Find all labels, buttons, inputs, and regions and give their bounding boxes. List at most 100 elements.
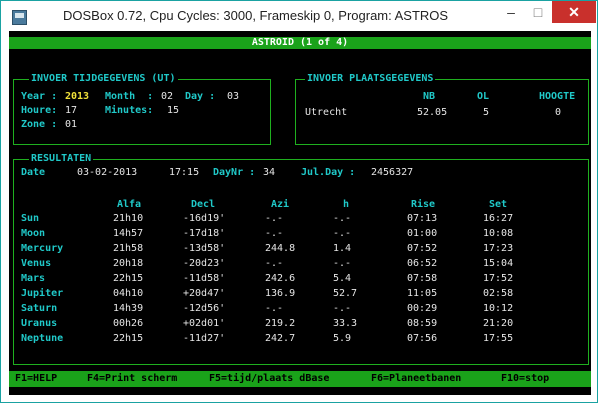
planet-name: Moon <box>21 228 46 239</box>
set-cell: 17:23 <box>483 243 514 254</box>
h-cell: -.- <box>333 303 352 314</box>
dos-screen[interactable]: ASTROID (1 of 4) INVOER TIJDGEGEVENS (UT… <box>9 31 591 395</box>
rise-cell: 07:56 <box>407 333 438 344</box>
close-button[interactable]: ✕ <box>552 1 596 23</box>
planet-name: Mercury <box>21 243 64 254</box>
date-label: Date <box>21 167 46 178</box>
hoogte-field[interactable]: 0 <box>555 107 561 119</box>
alfa-cell: 21h58 <box>113 243 144 254</box>
h-cell: 5.9 <box>333 333 352 344</box>
h-cell: 33.3 <box>333 318 358 329</box>
decl-cell: -13d58' <box>183 243 226 254</box>
alfa-cell: 20h18 <box>113 258 144 269</box>
zone-field[interactable]: 01 <box>65 119 77 131</box>
col-alfa: Alfa <box>117 199 142 210</box>
date-value: 03-02-2013 <box>77 167 138 178</box>
rise-cell: 08:59 <box>407 318 438 329</box>
place-field[interactable]: Utrecht <box>305 107 347 119</box>
title-bar[interactable]: DOSBox 0.72, Cpu Cycles: 3000, Frameskip… <box>1 1 597 31</box>
alfa-cell: 04h10 <box>113 288 144 299</box>
time-box-legend: INVOER TIJDGEGEVENS (UT) <box>29 73 178 85</box>
planet-name: Venus <box>21 258 52 269</box>
h-cell: -.- <box>333 258 352 269</box>
year-field[interactable]: 2013 <box>65 91 89 103</box>
decl-cell: -16d19' <box>183 213 226 224</box>
minutes-label: Minutes: <box>105 105 154 116</box>
alfa-cell: 21h10 <box>113 213 144 224</box>
h-cell: 5.4 <box>333 273 352 284</box>
alfa-cell: 14h57 <box>113 228 144 239</box>
place-box-legend: INVOER PLAATSGEGEVENS <box>305 73 436 85</box>
alfa-cell: 00h26 <box>113 318 144 329</box>
hoogte-header: HOOGTE <box>539 91 576 102</box>
rise-cell: 06:52 <box>407 258 438 269</box>
set-cell: 02:58 <box>483 288 514 299</box>
month-label: Month : <box>105 91 154 102</box>
dosbox-window: DOSBox 0.72, Cpu Cycles: 3000, Frameskip… <box>0 0 598 403</box>
maximize-button[interactable]: □ <box>525 1 551 23</box>
planet-name: Neptune <box>21 333 64 344</box>
col-h: h <box>343 199 350 210</box>
month-field[interactable]: 02 <box>161 91 173 103</box>
set-cell: 16:27 <box>483 213 514 224</box>
set-cell: 15:04 <box>483 258 514 269</box>
h-cell: 1.4 <box>333 243 352 254</box>
h-cell: -.- <box>333 213 352 224</box>
rise-cell: 11:05 <box>407 288 438 299</box>
fkey-help[interactable]: F1=HELP <box>15 373 57 385</box>
julday-value: 2456327 <box>371 167 414 178</box>
fkey-time-place[interactable]: F5=tijd/plaats dBase <box>209 373 329 385</box>
decl-cell: -20d23' <box>183 258 226 269</box>
planet-name: Jupiter <box>21 288 64 299</box>
decl-cell: +20d47' <box>183 288 226 299</box>
program-header: ASTROID (1 of 4) <box>251 37 349 48</box>
ol-header: OL <box>477 91 490 102</box>
decl-cell: -11d58' <box>183 273 226 284</box>
planet-name: Saturn <box>21 303 58 314</box>
day-field[interactable]: 03 <box>227 91 239 103</box>
alfa-cell: 22h15 <box>113 333 144 344</box>
fkey-stop[interactable]: F10=stop <box>501 373 549 385</box>
col-rise: Rise <box>411 199 436 210</box>
col-set: Set <box>489 199 508 210</box>
rise-cell: 07:52 <box>407 243 438 254</box>
minutes-field[interactable]: 15 <box>167 105 179 117</box>
decl-cell: -17d18' <box>183 228 226 239</box>
set-cell: 17:52 <box>483 273 514 284</box>
window-title: DOSBox 0.72, Cpu Cycles: 3000, Frameskip… <box>63 8 449 23</box>
decl-cell: -12d56' <box>183 303 226 314</box>
rise-cell: 07:13 <box>407 213 438 224</box>
zone-label: Zone : <box>21 119 58 130</box>
planet-name: Uranus <box>21 318 58 329</box>
decl-cell: +02d01' <box>183 318 226 329</box>
rise-cell: 01:00 <box>407 228 438 239</box>
azi-cell: -.- <box>265 258 284 269</box>
col-azi: Azi <box>271 199 290 210</box>
nb-field[interactable]: 52.05 <box>417 107 447 119</box>
nb-header: NB <box>423 91 436 102</box>
azi-cell: 136.9 <box>265 288 296 299</box>
azi-cell: 242.6 <box>265 273 296 284</box>
col-decl: Decl <box>191 199 216 210</box>
azi-cell: -.- <box>265 228 284 239</box>
h-cell: -.- <box>333 228 352 239</box>
time-value: 17:15 <box>169 167 200 178</box>
day-label: Day : <box>185 91 216 102</box>
decl-cell: -11d27' <box>183 333 226 344</box>
rise-cell: 00:29 <box>407 303 438 314</box>
minimize-button[interactable]: – <box>497 1 525 23</box>
hours-field[interactable]: 17 <box>65 105 77 117</box>
hours-label: Houre: <box>21 105 58 116</box>
dosbox-app-icon[interactable] <box>12 10 27 25</box>
azi-cell: 219.2 <box>265 318 296 329</box>
daynr-value: 34 <box>263 167 276 178</box>
fkey-orbits[interactable]: F6=Planeetbanen <box>371 373 461 385</box>
planet-name: Sun <box>21 213 40 224</box>
ol-field[interactable]: 5 <box>483 107 489 119</box>
h-cell: 52.7 <box>333 288 358 299</box>
set-cell: 10:12 <box>483 303 514 314</box>
year-label: Year : <box>21 91 58 102</box>
set-cell: 17:55 <box>483 333 514 344</box>
set-cell: 10:08 <box>483 228 514 239</box>
fkey-print[interactable]: F4=Print scherm <box>87 373 177 385</box>
